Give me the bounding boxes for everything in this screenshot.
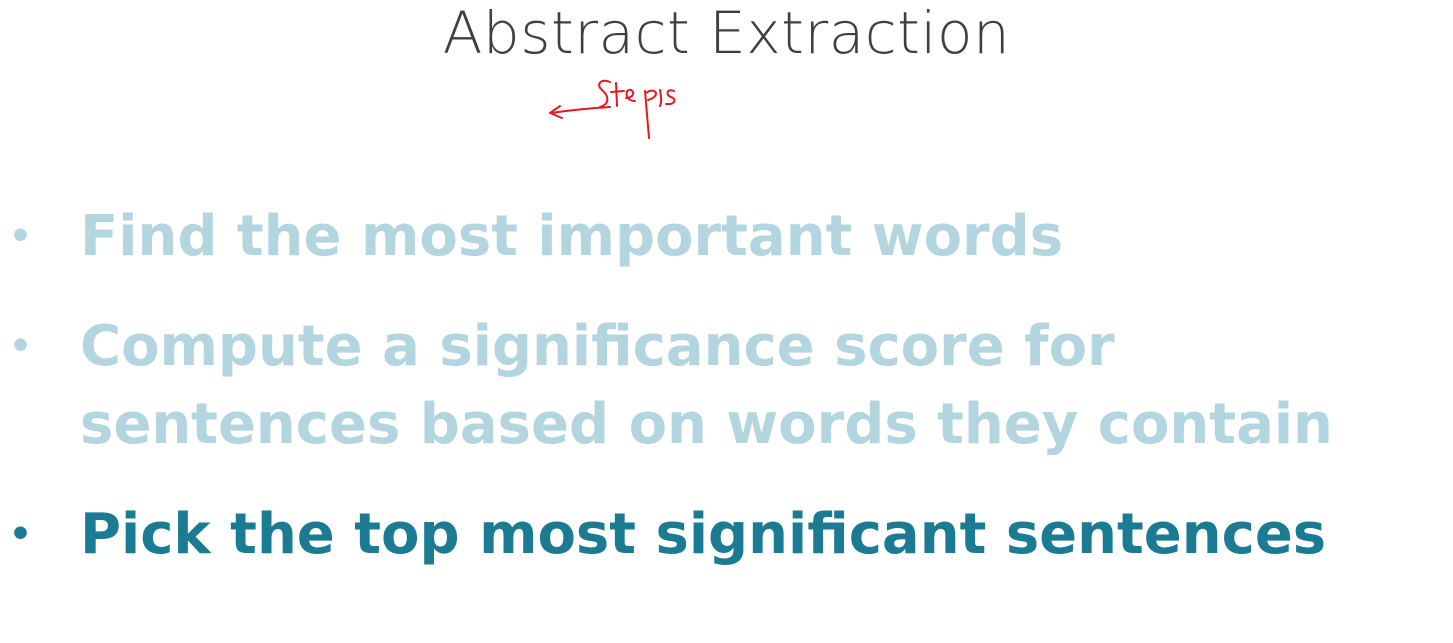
bullet-line: sentences based on words they contain: [80, 392, 1333, 457]
slide: Abstract Extraction • Find the most impo…: [0, 0, 1453, 643]
bullet-marker: •: [9, 216, 33, 257]
bullet-marker: •: [9, 514, 33, 555]
bullet-text: Compute a significance score for sentenc…: [80, 308, 1333, 464]
bullet-line: Pick the top most significant sentences: [80, 502, 1327, 567]
bullet-text: Find the most important words: [80, 198, 1063, 276]
bullet-list: • Find the most important words • Comput…: [0, 0, 1453, 643]
bullet-item-pick-sentences: • Pick the top most significant sentence…: [0, 496, 1453, 576]
bullet-line: Find the most important words: [80, 204, 1064, 269]
bullet-text: Pick the top most significant sentences: [80, 496, 1326, 574]
bullet-line: Compute a significance score for: [80, 314, 1115, 379]
bullet-marker: •: [9, 326, 33, 367]
bullet-item-find-words: • Find the most important words: [0, 198, 1453, 278]
bullet-item-compute-score: • Compute a significance score for sente…: [0, 308, 1453, 468]
